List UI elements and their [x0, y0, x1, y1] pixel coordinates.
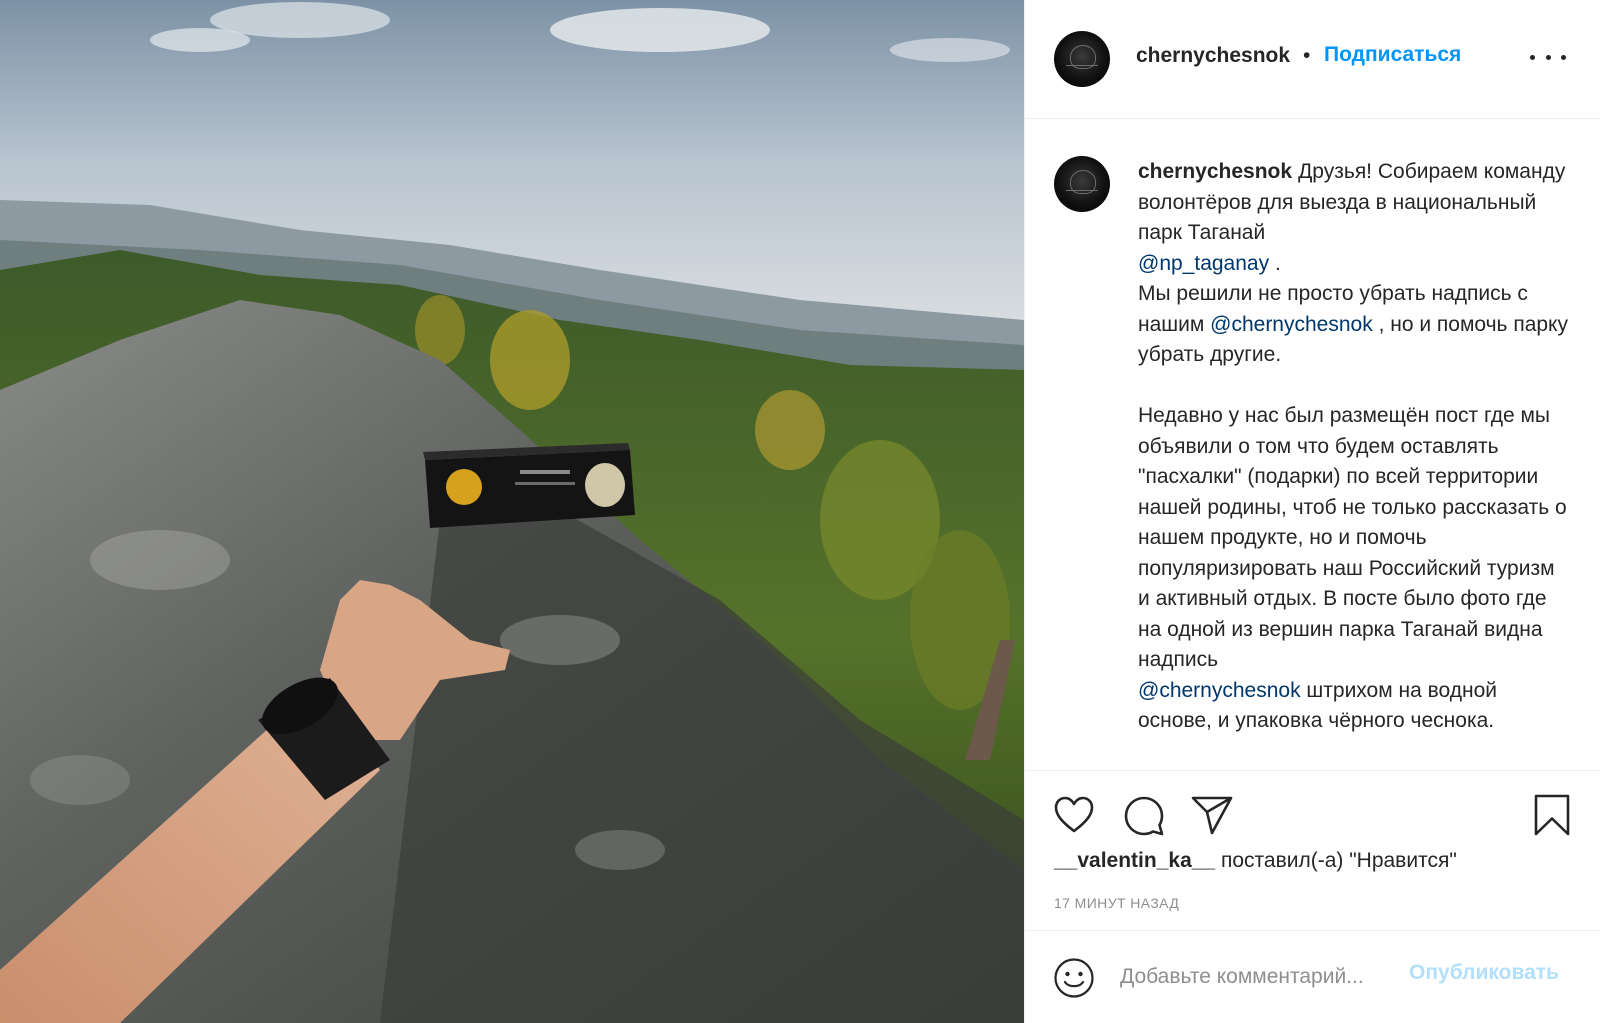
- smiley-icon[interactable]: [1052, 956, 1096, 1000]
- landscape-illustration: [0, 0, 1024, 1023]
- caption-punct: .: [1274, 251, 1281, 275]
- post-sidebar: chernychesnok • Подписаться chernychesno…: [1024, 0, 1600, 1023]
- caption-author-username[interactable]: chernychesnok: [1138, 160, 1292, 183]
- post-header: chernychesnok • Подписаться: [1025, 0, 1600, 119]
- mention-np-taganay[interactable]: @np_taganay: [1138, 252, 1269, 275]
- post-photo[interactable]: [0, 0, 1024, 1023]
- more-dot: [1561, 54, 1566, 60]
- bookmark-icon[interactable]: [1530, 793, 1574, 837]
- speech-bubble-icon[interactable]: [1122, 793, 1166, 837]
- publish-button[interactable]: Опубликовать: [1409, 961, 1559, 985]
- follow-button[interactable]: Подписаться: [1324, 43, 1461, 67]
- comment-box: Опубликовать: [1025, 930, 1600, 1023]
- separator-dot: •: [1303, 44, 1311, 67]
- mention-chernychesnok-2[interactable]: @chernychesnok: [1138, 679, 1301, 702]
- author-avatar[interactable]: [1054, 31, 1110, 87]
- product-package: [423, 443, 635, 528]
- likes-summary: __valentin_ka__ поставил(-а) "Нравится": [1054, 849, 1457, 873]
- post-actions: __valentin_ka__ поставил(-а) "Нравится" …: [1025, 770, 1600, 930]
- logo-mark-line: [1066, 65, 1098, 70]
- more-dot: [1530, 54, 1535, 60]
- caption-author-avatar[interactable]: [1054, 156, 1110, 212]
- logo-mark-line: [1066, 190, 1098, 195]
- liker-username[interactable]: __valentin_ka__: [1054, 849, 1215, 872]
- liked-text: поставил(-а) "Нравится": [1220, 849, 1457, 872]
- caption-paragraph-2: Недавно у нас был размещён пост где мы о…: [1138, 404, 1567, 671]
- caption-scroll-area[interactable]: chernychesnok Друзья! Собираем команду во…: [1025, 119, 1600, 770]
- author-username[interactable]: chernychesnok: [1136, 44, 1290, 68]
- post-caption: chernychesnok Друзья! Собираем команду во…: [1138, 157, 1568, 737]
- paper-plane-icon[interactable]: [1190, 793, 1234, 837]
- post-timestamp[interactable]: 17 МИНУТ НАЗАД: [1054, 895, 1179, 911]
- mention-chernychesnok[interactable]: @chernychesnok: [1210, 313, 1373, 336]
- more-dot: [1545, 54, 1551, 60]
- heart-icon[interactable]: [1052, 793, 1096, 837]
- comment-input[interactable]: [1120, 961, 1420, 993]
- more-options-icon[interactable]: [1530, 45, 1566, 69]
